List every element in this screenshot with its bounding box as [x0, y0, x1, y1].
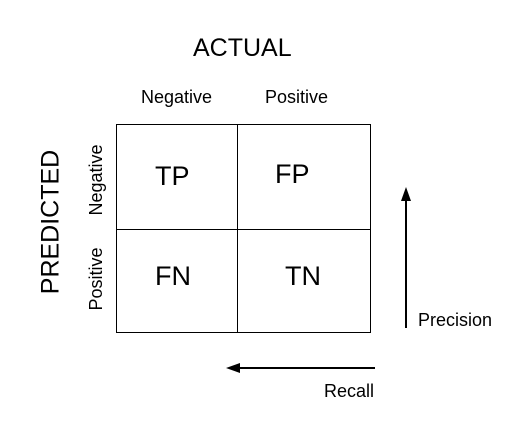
recall-label: Recall — [324, 381, 375, 401]
recall-arrow-left-icon — [226, 363, 375, 373]
cell-true-negative: TN — [285, 261, 321, 291]
cell-false-negative: FN — [155, 261, 191, 291]
row-header-positive: Positive — [86, 247, 106, 311]
precision-arrow-up-icon — [401, 187, 411, 328]
row-header-negative: Negative — [86, 144, 106, 216]
cell-true-positive: TP — [155, 161, 190, 191]
precision-label: Precision — [418, 310, 493, 330]
predicted-axis-title: PREDICTED — [36, 149, 65, 295]
grid-horizontal-divider — [117, 229, 370, 230]
column-header-negative: Negative — [141, 87, 213, 107]
actual-axis-title: ACTUAL — [193, 34, 292, 62]
cell-false-positive: FP — [275, 159, 310, 189]
confusion-matrix-grid: TP FP FN TN — [116, 124, 371, 333]
column-header-positive: Positive — [265, 87, 329, 107]
